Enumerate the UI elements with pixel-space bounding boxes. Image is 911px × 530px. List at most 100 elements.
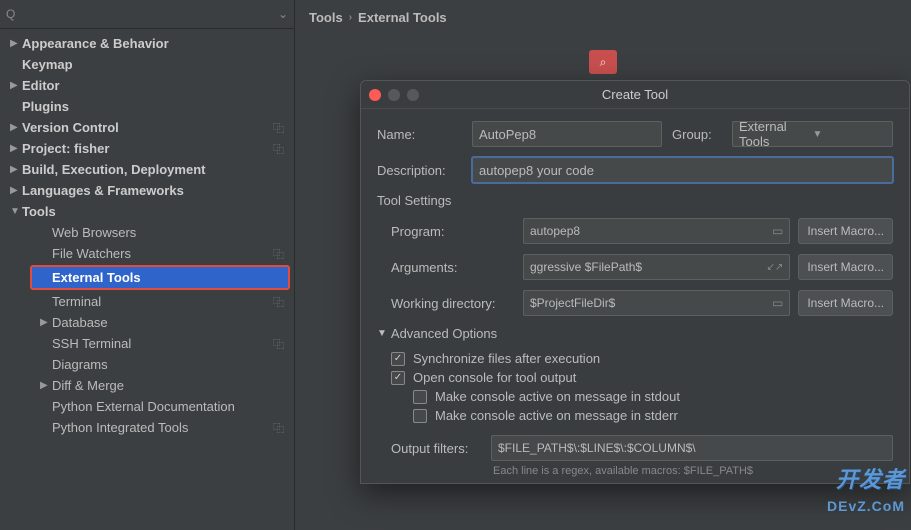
settings-sidebar: Q ⌄ ▶Appearance & BehaviorKeymap▶EditorP…: [0, 0, 295, 530]
sidebar-section[interactable]: ▶Appearance & Behavior: [0, 33, 294, 54]
sidebar-section[interactable]: ▼Tools: [0, 201, 294, 222]
output-filters-field[interactable]: $FILE_PATH$\:$LINE$\:$COLUMN$\: [491, 435, 893, 461]
create-tool-dialog: Create Tool Name: Group: External Tools …: [360, 80, 910, 484]
sidebar-item-label: Build, Execution, Deployment: [22, 162, 205, 177]
tool-settings-label: Tool Settings: [377, 193, 893, 208]
sidebar-item-label: Tools: [22, 204, 56, 219]
chevron-icon: ▶: [10, 80, 22, 91]
sidebar-item-label: Python Integrated Tools: [52, 420, 188, 435]
description-label: Description:: [377, 163, 462, 178]
chevron-icon: ▶: [40, 380, 52, 391]
sidebar-section[interactable]: ▶Build, Execution, Deployment: [0, 159, 294, 180]
sidebar-item-label: Terminal: [52, 294, 101, 309]
sidebar-section[interactable]: Plugins: [0, 96, 294, 117]
arguments-field[interactable]: ggressive $FilePath$ ↙↗: [523, 254, 790, 280]
insert-macro-button-program[interactable]: Insert Macro...: [798, 218, 893, 244]
project-scope-icon: ⿻: [273, 141, 284, 157]
chevron-icon: ▶: [40, 317, 52, 328]
dialog-titlebar[interactable]: Create Tool: [361, 81, 909, 109]
name-label: Name:: [377, 127, 462, 142]
sidebar-item-label: Web Browsers: [52, 225, 136, 240]
sidebar-item[interactable]: External Tools: [30, 265, 290, 290]
checkbox-icon[interactable]: [413, 390, 427, 404]
open-console-checkbox-row[interactable]: Open console for tool output: [377, 368, 893, 387]
notification-badge[interactable]: ⌕: [589, 50, 617, 74]
sidebar-section[interactable]: ▶Version Control⿻: [0, 117, 294, 138]
checkbox-icon[interactable]: [413, 409, 427, 423]
sidebar-section[interactable]: ▶Languages & Frameworks: [0, 180, 294, 201]
output-filters-hint: Each line is a regex, available macros: …: [377, 465, 893, 477]
sidebar-item-label: Diff & Merge: [52, 378, 124, 393]
watermark-url: DEvZ.CoM: [827, 498, 905, 514]
group-select[interactable]: External Tools ▼: [732, 121, 893, 147]
sidebar-item-label: SSH Terminal: [52, 336, 131, 351]
main-panel: Tools › External Tools ⌕ Create Tool Nam…: [295, 0, 911, 530]
chevron-down-icon: ▼: [377, 328, 387, 339]
group-label: Group:: [672, 127, 722, 142]
folder-icon[interactable]: ▭: [772, 224, 783, 238]
sidebar-item-label: Editor: [22, 78, 60, 93]
arguments-label: Arguments:: [391, 260, 515, 275]
program-field[interactable]: autopep8 ▭: [523, 218, 790, 244]
sidebar-item-label: Version Control: [22, 120, 119, 135]
insert-macro-button-args[interactable]: Insert Macro...: [798, 254, 893, 280]
sidebar-section[interactable]: ▶Editor: [0, 75, 294, 96]
group-value: External Tools: [739, 119, 813, 149]
sidebar-item[interactable]: Terminal ⿻: [0, 291, 294, 312]
search-clear-icon[interactable]: ⌄: [278, 7, 288, 21]
advanced-options-toggle[interactable]: ▼ Advanced Options: [377, 326, 893, 341]
sidebar-item-label: Database: [52, 315, 108, 330]
chevron-icon: ▶: [10, 164, 22, 175]
working-dir-field[interactable]: $ProjectFileDir$ ▭: [523, 290, 790, 316]
expand-icon[interactable]: ↙↗: [767, 262, 784, 273]
project-scope-icon: ⿻: [273, 420, 284, 436]
checkbox-checked-icon[interactable]: [391, 352, 405, 366]
chevron-down-icon: ▼: [813, 129, 887, 140]
sidebar-item-label: Languages & Frameworks: [22, 183, 184, 198]
checkbox-checked-icon[interactable]: [391, 371, 405, 385]
sidebar-item-label: Plugins: [22, 99, 69, 114]
description-field[interactable]: [472, 157, 893, 183]
search-bar: Q ⌄: [0, 0, 294, 29]
settings-tree: ▶Appearance & BehaviorKeymap▶EditorPlugi…: [0, 29, 294, 530]
working-dir-label: Working directory:: [391, 296, 515, 311]
dialog-form: Name: Group: External Tools ▼ Descriptio…: [361, 109, 909, 483]
sidebar-item-label: Appearance & Behavior: [22, 36, 169, 51]
breadcrumb-root[interactable]: Tools: [309, 10, 343, 25]
chevron-right-icon: ›: [349, 12, 352, 23]
folder-icon[interactable]: ▭: [772, 296, 783, 310]
sidebar-item-label: Python External Documentation: [52, 399, 235, 414]
sidebar-item[interactable]: SSH Terminal ⿻: [0, 333, 294, 354]
sync-files-checkbox-row[interactable]: Synchronize files after execution: [377, 349, 893, 368]
project-scope-icon: ⿻: [273, 294, 284, 310]
dialog-title: Create Tool: [361, 87, 909, 102]
watermark-text: 开发者: [836, 462, 905, 494]
name-field[interactable]: [472, 121, 662, 147]
project-scope-icon: ⿻: [273, 336, 284, 352]
sidebar-section[interactable]: Keymap: [0, 54, 294, 75]
sidebar-item-label: Project: fisher: [22, 141, 109, 156]
sidebar-item[interactable]: Diagrams: [0, 354, 294, 375]
sidebar-item[interactable]: ▶Database: [0, 312, 294, 333]
chevron-icon: ▶: [10, 143, 22, 154]
sidebar-item[interactable]: File Watchers⿻: [0, 243, 294, 264]
program-label: Program:: [391, 224, 515, 239]
sidebar-item-label: File Watchers: [52, 246, 131, 261]
search-icon: Q: [6, 7, 15, 21]
sidebar-section[interactable]: ▶Project: fisher ⿻: [0, 138, 294, 159]
stderr-checkbox-row[interactable]: Make console active on message in stderr: [377, 406, 893, 425]
sidebar-item[interactable]: Python External Documentation: [0, 396, 294, 417]
sidebar-item[interactable]: ▶Diff & Merge: [0, 375, 294, 396]
sidebar-item[interactable]: Python Integrated Tools ⿻: [0, 417, 294, 438]
search-input[interactable]: [19, 4, 274, 24]
chevron-icon: ▼: [10, 206, 22, 217]
output-filters-label: Output filters:: [391, 441, 483, 456]
stdout-checkbox-row[interactable]: Make console active on message in stdout: [377, 387, 893, 406]
insert-macro-button-wd[interactable]: Insert Macro...: [798, 290, 893, 316]
chevron-icon: ▶: [10, 38, 22, 49]
sidebar-item-label: Keymap: [22, 57, 73, 72]
sidebar-item-label: External Tools: [52, 270, 141, 285]
chevron-icon: ▶: [10, 185, 22, 196]
chevron-icon: ▶: [10, 122, 22, 133]
sidebar-item[interactable]: Web Browsers: [0, 222, 294, 243]
